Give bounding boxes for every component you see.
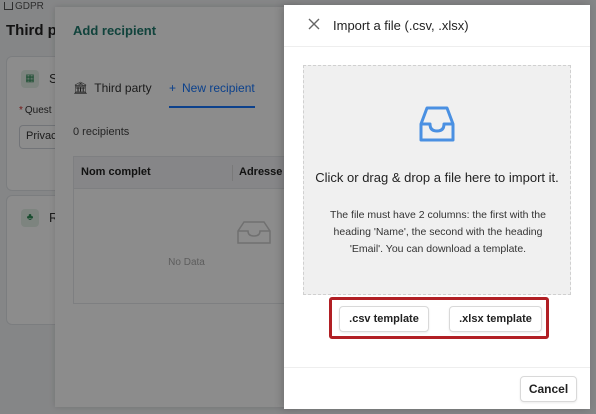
drawer-footer: Cancel — [284, 367, 590, 409]
file-format-hint: The file must have 2 columns: the first … — [330, 209, 546, 255]
xlsx-template-button[interactable]: .xlsx template — [449, 306, 542, 332]
csv-template-button[interactable]: .csv template — [339, 306, 429, 332]
import-file-drawer: Import a file (.csv, .xlsx) Click or dra… — [284, 5, 590, 409]
close-icon[interactable] — [306, 16, 322, 32]
drawer-title: Import a file (.csv, .xlsx) — [333, 18, 469, 33]
file-drop-zone[interactable]: Click or drag & drop a file here to impo… — [303, 65, 571, 295]
drawer-header: Import a file (.csv, .xlsx) — [284, 5, 590, 47]
cancel-button[interactable]: Cancel — [520, 376, 577, 402]
template-buttons-highlight: .csv template .xlsx template — [329, 297, 549, 339]
drop-instruction: Click or drag & drop a file here to impo… — [315, 170, 559, 185]
inbox-icon — [419, 106, 455, 142]
